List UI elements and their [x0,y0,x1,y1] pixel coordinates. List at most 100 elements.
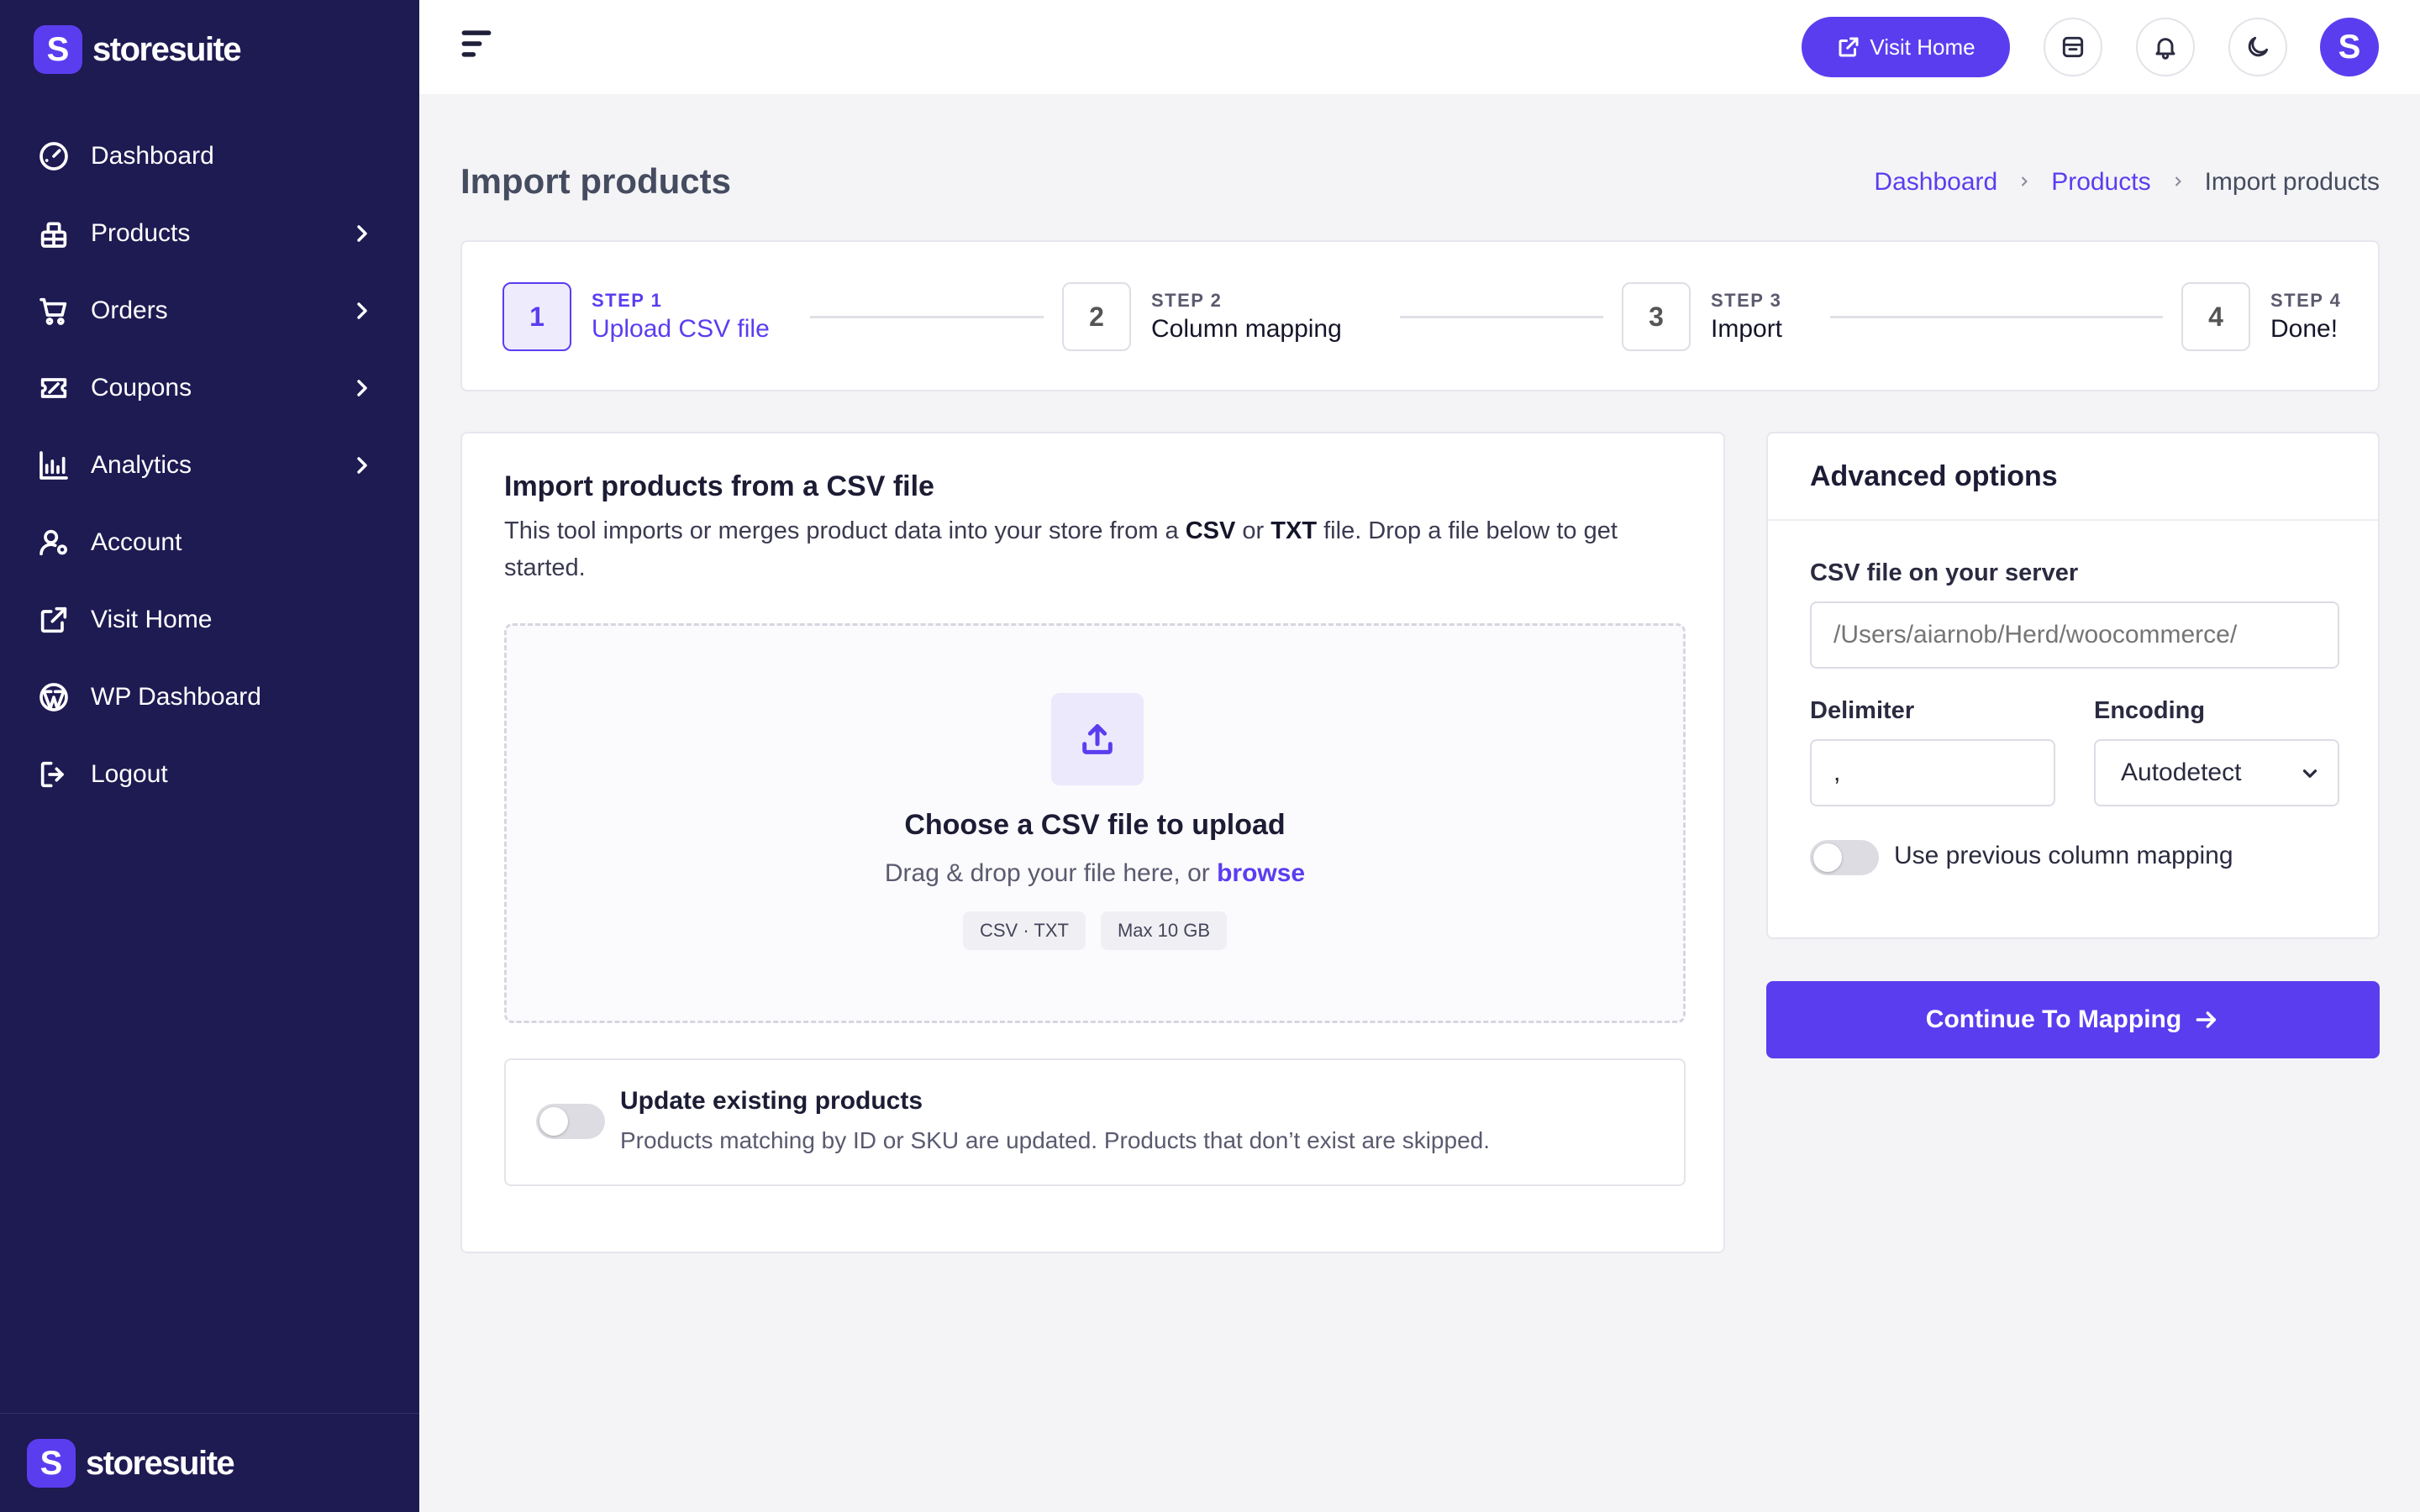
sidebar-item-label: Analytics [91,451,192,479]
sidebar-item-account[interactable]: Account [0,504,419,581]
brand-logo: S [27,1439,76,1488]
sidebar-item-visit-home[interactable]: Visit Home [0,581,419,659]
sidebar-item-logout[interactable]: Logout [0,736,419,813]
delimiter-label: Delimiter [1810,697,1915,724]
dropzone-title: Choose a CSV file to upload [904,809,1286,841]
desc-text: This tool imports or merges product data… [504,517,1186,544]
continue-label: Continue To Mapping [1925,1005,2182,1033]
store-button[interactable] [2044,18,2102,76]
step-connector [1400,316,1603,318]
cart-icon [37,294,71,328]
sidebar-item-label: Products [91,219,191,247]
arrow-right-icon [2196,1011,2217,1028]
advanced-options-title: Advanced options [1768,433,2378,521]
chart-icon [37,449,71,482]
server-path-input[interactable] [1810,601,2339,669]
max-size-chip: Max 10 GB [1100,911,1227,950]
step-number: 4 [2181,282,2250,351]
package-icon [37,217,71,250]
topbar: Visit Home S [419,0,2420,94]
card-heading: Import products from a CSV file [504,470,934,502]
import-card: Import products from a CSV file This too… [460,432,1725,1253]
desc-txt: TXT [1270,517,1318,544]
breadcrumb-dashboard[interactable]: Dashboard [1874,168,1997,197]
external-link-icon [1839,37,1859,57]
sidebar-item-label: Orders [91,297,168,324]
user-gear-icon [37,526,71,559]
previous-mapping-toggle[interactable] [1810,840,1879,875]
sidebar-footer: S storesuite [0,1413,419,1512]
chevron-down-icon [2302,769,2317,778]
file-limits: CSV · TXT Max 10 GB [507,911,1683,950]
wordpress-icon [37,680,71,714]
chevron-right-icon [349,375,376,402]
update-existing-option: Update existing products Products matchi… [504,1058,1686,1186]
step-connector [1830,316,2163,318]
visit-home-button[interactable]: Visit Home [1802,17,2010,77]
dropzone-hint: Drag & drop your file here, or [884,859,1218,887]
card-description: This tool imports or merges product data… [504,512,1681,586]
continue-to-mapping-button[interactable]: Continue To Mapping [1766,981,2380,1058]
sidebar-item-analytics[interactable]: Analytics [0,427,419,504]
chevron-right-icon [2170,168,2186,197]
step-done: 4 STEP 4 Done! [2181,282,2341,351]
sidebar-item-orders[interactable]: Orders [0,272,419,349]
desc-text: or [1235,517,1271,544]
ticket-icon [37,371,71,405]
brand-name: storesuite [86,1444,235,1482]
step-upload: 1 STEP 1 Upload CSV file [502,282,770,351]
file-dropzone[interactable]: Choose a CSV file to upload Drag & drop … [504,623,1686,1023]
sidebar-item-products[interactable]: Products [0,195,419,272]
menu-icon [461,30,492,57]
brand-logo: S [34,25,82,74]
previous-mapping-label: Use previous column mapping [1894,842,2233,869]
store-icon [2062,36,2084,58]
theme-toggle-button[interactable] [2228,18,2287,76]
step-import: 3 STEP 3 Import [1622,282,1782,351]
sidebar-item-label: Visit Home [91,606,213,633]
delimiter-input[interactable] [1810,739,2055,806]
page-title: Import products [460,161,731,201]
sidebar-item-wp-dashboard[interactable]: WP Dashboard [0,659,419,736]
step-number: 2 [1062,282,1131,351]
step-column-mapping: 2 STEP 2 Column mapping [1062,282,1342,351]
update-existing-title: Update existing products [620,1087,923,1115]
bell-icon [2155,38,2175,60]
moon-icon [2248,36,2269,57]
menu-toggle-button[interactable] [458,25,495,62]
encoding-label: Encoding [2094,697,2206,724]
notifications-button[interactable] [2136,18,2195,76]
sidebar-item-label: Dashboard [91,142,214,170]
browse-link[interactable]: browse [1217,859,1305,887]
sidebar: S storesuite Dashboard Products Orders C… [0,0,419,1512]
chevron-right-icon [349,297,376,324]
file-types-chip: CSV · TXT [963,911,1086,950]
step-connector [810,316,1044,318]
step-kicker: STEP 4 [2270,290,2342,311]
gauge-icon [37,139,71,173]
footer-brand[interactable]: S storesuite [27,1439,235,1488]
chevron-right-icon [349,452,376,479]
server-path-label: CSV file on your server [1810,559,2079,586]
advanced-options-card: Advanced options CSV file on your server… [1766,432,2380,939]
step-kicker: STEP 3 [1711,290,1782,311]
step-title: Import [1711,315,1783,343]
update-existing-toggle[interactable] [536,1104,605,1139]
step-number: 1 [502,282,571,351]
sidebar-item-dashboard[interactable]: Dashboard [0,118,419,195]
encoding-select[interactable]: Autodetect [2094,739,2339,806]
step-kicker: STEP 1 [592,290,663,311]
step-number: 3 [1622,282,1691,351]
step-title: Done! [2270,315,2338,343]
brand-name: storesuite [92,30,242,68]
breadcrumb-products[interactable]: Products [2051,168,2150,197]
avatar[interactable]: S [2320,18,2379,76]
chevron-right-icon [2016,168,2033,197]
sidebar-item-label: Account [91,528,182,556]
sidebar-item-label: WP Dashboard [91,683,261,711]
brand[interactable]: S storesuite [34,25,242,74]
breadcrumb: Dashboard Products Import products [1874,168,2380,197]
encoding-value: Autodetect [2121,759,2242,786]
breadcrumb-current: Import products [2204,168,2380,196]
sidebar-item-coupons[interactable]: Coupons [0,349,419,427]
